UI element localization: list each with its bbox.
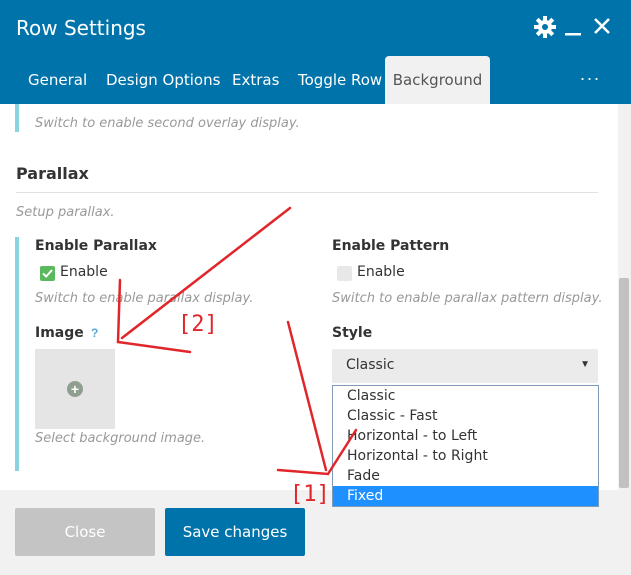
overlay-accent-bar [15,104,19,132]
gear-icon[interactable] [532,14,558,40]
style-option-horizontal-left[interactable]: Horizontal - to Left [333,426,598,446]
style-select-value: Classic [346,357,395,373]
tab-general[interactable]: General [28,56,87,104]
style-option-fade[interactable]: Fade [333,466,598,486]
checkmark-icon [42,269,53,278]
enable-parallax-checkbox[interactable] [40,266,55,281]
parallax-accent-bar [15,237,19,471]
enable-pattern-label: Enable Pattern [332,238,450,254]
style-dropdown-list: Classic Classic - Fast Horizontal - to L… [332,385,599,507]
dialog-header: Row Settings General Design Options Extr… [0,0,631,104]
section-title-parallax: Parallax [16,164,89,183]
chevron-down-icon: ▼ [580,359,590,370]
minimize-icon[interactable] [561,14,587,40]
section-divider [16,192,598,193]
enable-pattern-checkbox[interactable] [337,266,352,281]
annotation-marker-1: [1] [290,482,330,507]
style-option-fixed[interactable]: Fixed [333,486,598,506]
tab-toggle-row[interactable]: Toggle Row [298,56,382,104]
help-question-icon[interactable]: ? [91,326,98,340]
more-tabs-icon[interactable]: ... [580,64,601,85]
close-icon[interactable] [590,14,616,40]
close-button[interactable]: Close [15,508,155,556]
enable-parallax-help: Switch to enable parallax display. [35,291,254,306]
style-option-horizontal-right[interactable]: Horizontal - to Right [333,446,598,466]
section-help-text: Setup parallax. [16,205,115,220]
style-option-classic[interactable]: Classic [333,386,598,406]
tab-background[interactable]: Background [385,56,490,104]
style-label: Style [332,325,373,341]
overlay-help-text: Switch to enable second overlay display. [35,116,300,131]
tab-design-options[interactable]: Design Options [106,56,220,104]
image-help-text: Select background image. [35,431,206,446]
annotation-marker-2: [2] [178,312,218,337]
tab-bar: General Design Options Extras Toggle Row… [0,56,631,104]
image-picker[interactable]: + [35,349,115,429]
enable-pattern-checkbox-label[interactable]: Enable [357,264,405,280]
style-select[interactable]: Classic ▼ [332,349,598,383]
enable-pattern-help: Switch to enable parallax pattern displa… [332,291,603,306]
add-image-icon[interactable]: + [67,381,83,397]
tab-extras[interactable]: Extras [232,56,279,104]
image-label: Image [35,325,84,341]
save-changes-button[interactable]: Save changes [165,508,305,556]
dialog-title: Row Settings [16,16,146,40]
row-settings-dialog: Row Settings General Design Options Extr… [0,0,631,575]
enable-parallax-checkbox-label[interactable]: Enable [60,264,108,280]
enable-parallax-label: Enable Parallax [35,238,157,254]
style-option-classic-fast[interactable]: Classic - Fast [333,406,598,426]
scrollbar-thumb[interactable] [619,278,629,488]
